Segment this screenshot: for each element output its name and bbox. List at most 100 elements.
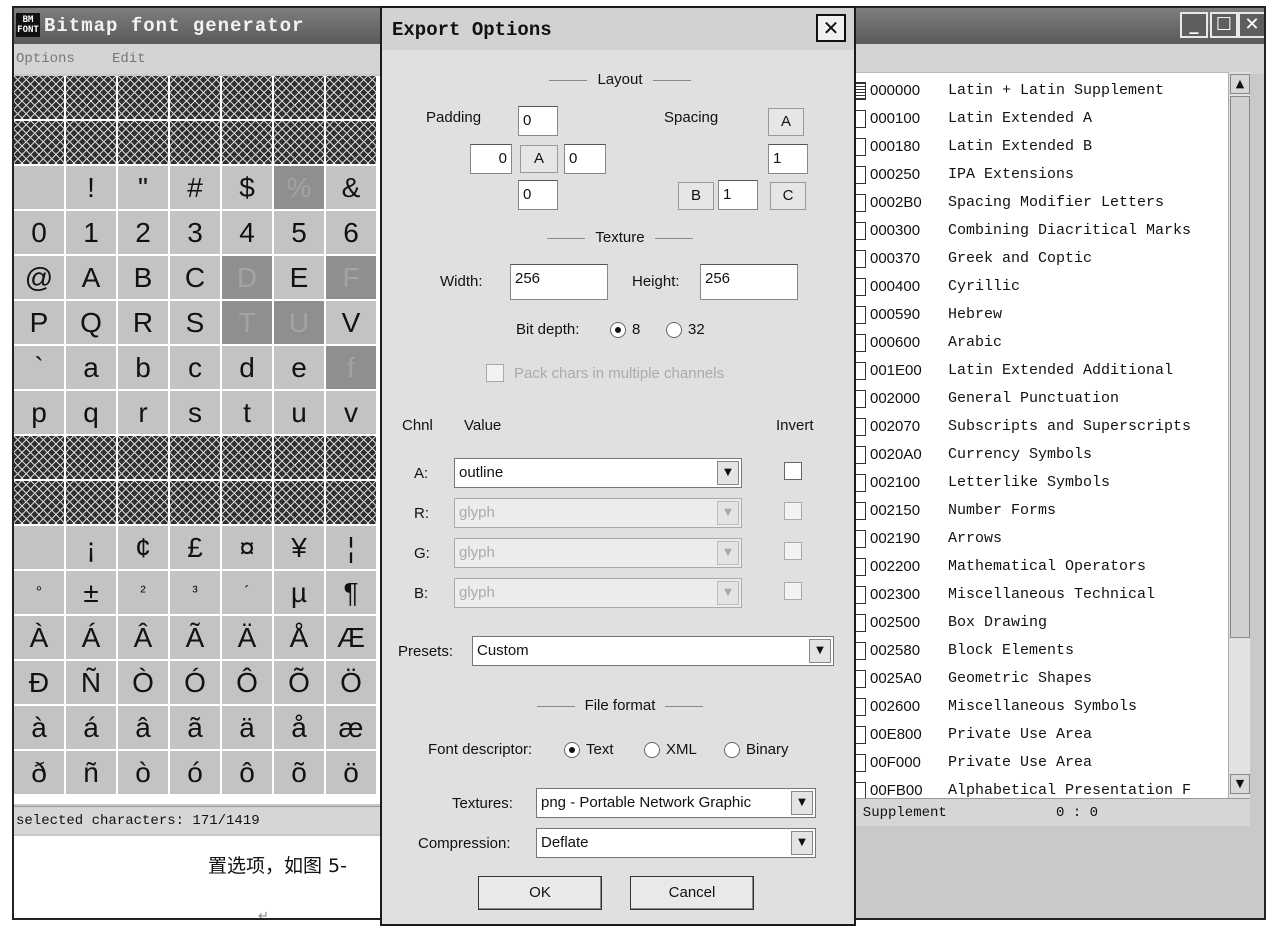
range-list-scrollbar[interactable]: ▲ ▼ — [1228, 72, 1250, 798]
unavailable-char-cell[interactable] — [326, 481, 376, 524]
menu-edit[interactable]: Edit — [112, 50, 146, 68]
char-cell[interactable]: a — [66, 346, 116, 389]
range-list-item[interactable]: 002200 Mathematical Operators — [846, 553, 1230, 581]
range-list-item[interactable]: 002580 Block Elements — [846, 637, 1230, 665]
range-list-item[interactable]: 00F000 Private Use Area — [846, 749, 1230, 777]
char-cell[interactable]: r — [118, 391, 168, 434]
char-cell[interactable]: & — [326, 166, 376, 209]
unavailable-char-cell[interactable] — [14, 436, 64, 479]
char-cell[interactable]: ³ — [170, 571, 220, 614]
char-cell[interactable]: 5 — [274, 211, 324, 254]
char-cell[interactable]: B — [118, 256, 168, 299]
range-list-item[interactable]: 00E800 Private Use Area — [846, 721, 1230, 749]
char-cell[interactable]: å — [274, 706, 324, 749]
char-cell[interactable]: c — [170, 346, 220, 389]
range-list-item[interactable]: 002150 Number Forms — [846, 497, 1230, 525]
range-list-item[interactable]: 0002B0 Spacing Modifier Letters — [846, 189, 1230, 217]
char-cell[interactable]: ä — [222, 706, 272, 749]
unavailable-char-cell[interactable] — [14, 76, 64, 119]
char-cell[interactable]: % — [274, 166, 324, 209]
char-cell[interactable]: f — [326, 346, 376, 389]
dialog-close-button[interactable]: ✕ — [816, 14, 846, 42]
range-list-item[interactable]: 000100 Latin Extended A — [846, 105, 1230, 133]
char-cell[interactable]: à — [14, 706, 64, 749]
unavailable-char-cell[interactable] — [14, 481, 64, 524]
descriptor-text-radio[interactable] — [564, 742, 580, 758]
char-cell[interactable]: õ — [274, 751, 324, 794]
range-list-item[interactable]: 000590 Hebrew — [846, 301, 1230, 329]
unavailable-char-cell[interactable] — [274, 76, 324, 119]
char-cell[interactable]: ¢ — [118, 526, 168, 569]
padding-left-input[interactable]: 0 — [470, 144, 512, 174]
character-range-list[interactable]: 000000 Latin + Latin Supplement 000100 Lati… — [846, 72, 1230, 798]
char-cell[interactable]: Ò — [118, 661, 168, 704]
char-cell[interactable]: ñ — [66, 751, 116, 794]
char-cell[interactable]: @ — [14, 256, 64, 299]
spacing-a-button[interactable]: A — [768, 108, 804, 136]
bit-depth-32-radio[interactable] — [666, 322, 682, 338]
channel-b-select[interactable]: glyph ▼ — [454, 578, 742, 608]
unavailable-char-cell[interactable] — [222, 76, 272, 119]
char-cell[interactable]: ò — [118, 751, 168, 794]
scroll-thumb[interactable] — [1230, 96, 1250, 638]
padding-top-input[interactable]: 0 — [518, 106, 558, 136]
range-list-item[interactable]: 000370 Greek and Coptic — [846, 245, 1230, 273]
char-cell[interactable]: T — [222, 301, 272, 344]
char-cell[interactable]: 0 — [14, 211, 64, 254]
unavailable-char-cell[interactable] — [326, 436, 376, 479]
char-cell[interactable] — [14, 526, 64, 569]
unavailable-char-cell[interactable] — [14, 121, 64, 164]
char-cell[interactable]: ô — [222, 751, 272, 794]
unavailable-char-cell[interactable] — [222, 436, 272, 479]
char-cell[interactable] — [14, 166, 64, 209]
channel-b-invert-checkbox[interactable] — [784, 582, 802, 600]
char-cell[interactable]: V — [326, 301, 376, 344]
unavailable-char-cell[interactable] — [170, 436, 220, 479]
range-list-item[interactable]: 000180 Latin Extended B — [846, 133, 1230, 161]
unavailable-char-cell[interactable] — [118, 436, 168, 479]
char-cell[interactable]: À — [14, 616, 64, 659]
char-cell[interactable]: F — [326, 256, 376, 299]
spacing-c-button[interactable]: C — [770, 182, 806, 210]
char-cell[interactable]: U — [274, 301, 324, 344]
unavailable-char-cell[interactable] — [66, 481, 116, 524]
channel-r-select[interactable]: glyph ▼ — [454, 498, 742, 528]
texture-width-input[interactable]: 256 — [510, 264, 608, 300]
char-cell[interactable]: ! — [66, 166, 116, 209]
range-list-item[interactable]: 000300 Combining Diacritical Marks — [846, 217, 1230, 245]
char-cell[interactable]: S — [170, 301, 220, 344]
close-window-button[interactable]: ✕ — [1238, 12, 1264, 38]
range-list-item[interactable]: 000250 IPA Extensions — [846, 161, 1230, 189]
minimize-button[interactable]: _ — [1180, 12, 1208, 38]
textures-format-select[interactable]: png - Portable Network Graphic ▼ — [536, 788, 816, 818]
presets-select[interactable]: Custom ▼ — [472, 636, 834, 666]
char-cell[interactable]: s — [170, 391, 220, 434]
char-cell[interactable]: ´ — [222, 571, 272, 614]
char-cell[interactable]: Ñ — [66, 661, 116, 704]
char-cell[interactable]: Ã — [170, 616, 220, 659]
ok-button[interactable]: OK — [478, 876, 602, 910]
char-cell[interactable]: 6 — [326, 211, 376, 254]
char-cell[interactable]: b — [118, 346, 168, 389]
character-grid[interactable]: ! " # $% & 0 1 2 3 4 5 6 @ A B C D E F P Q R S T U V ` a b c d e f p q r s t u… — [14, 76, 380, 804]
char-cell[interactable]: 2 — [118, 211, 168, 254]
char-cell[interactable]: 3 — [170, 211, 220, 254]
unavailable-char-cell[interactable] — [274, 436, 324, 479]
char-cell[interactable]: e — [274, 346, 324, 389]
range-list-item[interactable]: 000600 Arabic — [846, 329, 1230, 357]
char-cell[interactable]: Ó — [170, 661, 220, 704]
char-cell[interactable]: " — [118, 166, 168, 209]
char-cell[interactable]: Ä — [222, 616, 272, 659]
char-cell[interactable]: 4 — [222, 211, 272, 254]
compression-select[interactable]: Deflate ▼ — [536, 828, 816, 858]
unavailable-char-cell[interactable] — [170, 481, 220, 524]
descriptor-xml-radio[interactable] — [644, 742, 660, 758]
range-list-item[interactable]: 00FB00 Alphabetical Presentation F — [846, 777, 1230, 798]
texture-height-input[interactable]: 256 — [700, 264, 798, 300]
char-cell[interactable]: £ — [170, 526, 220, 569]
channel-a-select[interactable]: outline ▼ — [454, 458, 742, 488]
channel-g-invert-checkbox[interactable] — [784, 542, 802, 560]
char-cell[interactable]: ¤ — [222, 526, 272, 569]
char-cell[interactable]: 1 — [66, 211, 116, 254]
char-cell[interactable]: ¦ — [326, 526, 376, 569]
